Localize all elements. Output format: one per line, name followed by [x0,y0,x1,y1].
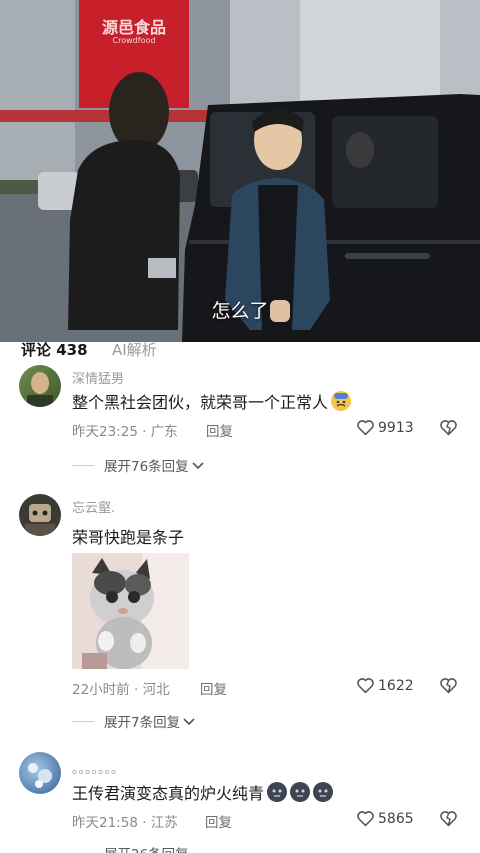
reply-button[interactable]: 回复 [206,420,233,440]
like-count: 9913 [378,419,414,436]
comment-location: 江苏 [150,815,178,831]
dislike-button[interactable] [439,677,458,698]
heart-outline-icon [357,678,374,694]
heart-outline-icon [357,811,374,827]
like-count: 5865 [378,810,414,827]
expand-replies-label: 展开76条回复 [104,459,189,475]
dislike-heart-icon [440,811,457,827]
expand-replies-button[interactable]: 展开26条回复 [72,843,189,853]
dislike-button[interactable] [439,419,458,440]
like-button[interactable]: 9913 [356,419,414,436]
comment-username[interactable]: 。。。。。。。 [72,758,124,777]
expand-replies-label: 展开7条回复 [104,715,181,731]
avatar[interactable] [19,494,61,536]
avatar[interactable] [19,752,61,794]
comment-meta: 昨天21:58 · 江苏 [72,815,178,831]
tab-ai-analysis[interactable]: AI解析 [112,342,157,358]
like-count: 1622 [378,677,414,694]
avatar[interactable] [19,365,61,407]
expand-replies-button[interactable]: 展开7条回复 [72,711,196,731]
video-player[interactable]: 源邑食品 Crowdfood 怎么了 [0,0,480,342]
gray-face-emoji-icon [290,782,311,802]
like-button[interactable]: 1622 [356,677,414,694]
divider-line [72,464,94,466]
expand-replies-button[interactable]: 展开76条回复 [72,455,205,475]
comment-time: 22小时前 [72,682,130,698]
sign-text: 源邑食品 [101,18,166,37]
reply-button[interactable]: 回复 [200,678,227,698]
dislike-button[interactable] [439,810,458,831]
comment-text: 王传君演变态真的炉火纯青 [72,780,334,804]
divider-line [72,720,94,722]
comment-text: 荣哥快跑是条子 [72,528,185,547]
expand-replies-label: 展开26条回复 [104,843,189,853]
comment-username[interactable]: 忘云壑. [72,497,115,516]
heart-outline-icon [357,420,374,436]
comment-text-content: 整个黑社会团伙，就荣哥一个正常人 [72,393,329,412]
sign-subtext: Crowdfood [112,36,156,45]
chevron-down-icon [192,462,204,470]
comment-tabs: 评论 438 AI解析 [0,342,480,370]
comment-text-content: 王传君演变态真的炉火纯青 [72,784,265,803]
comment-meta: 22小时前 · 河北 [72,682,170,698]
reply-button[interactable]: 回复 [205,811,232,831]
comment-time: 昨天23:25 [72,424,138,440]
dislike-heart-icon [440,420,457,436]
cat-sticker-image[interactable] [72,553,189,669]
comment-location: 广东 [150,424,178,440]
gray-face-emoji-icon [267,782,288,802]
dislike-heart-icon [440,678,457,694]
anxious-face-emoji-icon [331,391,352,411]
video-subtitle: 怎么了 [211,300,269,322]
comment-location: 河北 [142,682,170,698]
comment-meta: 昨天23:25 · 广东 [72,424,178,440]
tab-comments[interactable]: 评论 438 [21,342,88,358]
video-frame [0,0,480,342]
gray-face-emoji-icon [313,782,334,802]
comment-text: 整个黑社会团伙，就荣哥一个正常人 [72,389,352,413]
comment-time: 昨天21:58 [72,815,138,831]
comment-username[interactable]: 深情猛男 [72,368,124,387]
chevron-down-icon [183,718,195,726]
like-button[interactable]: 5865 [356,810,414,827]
